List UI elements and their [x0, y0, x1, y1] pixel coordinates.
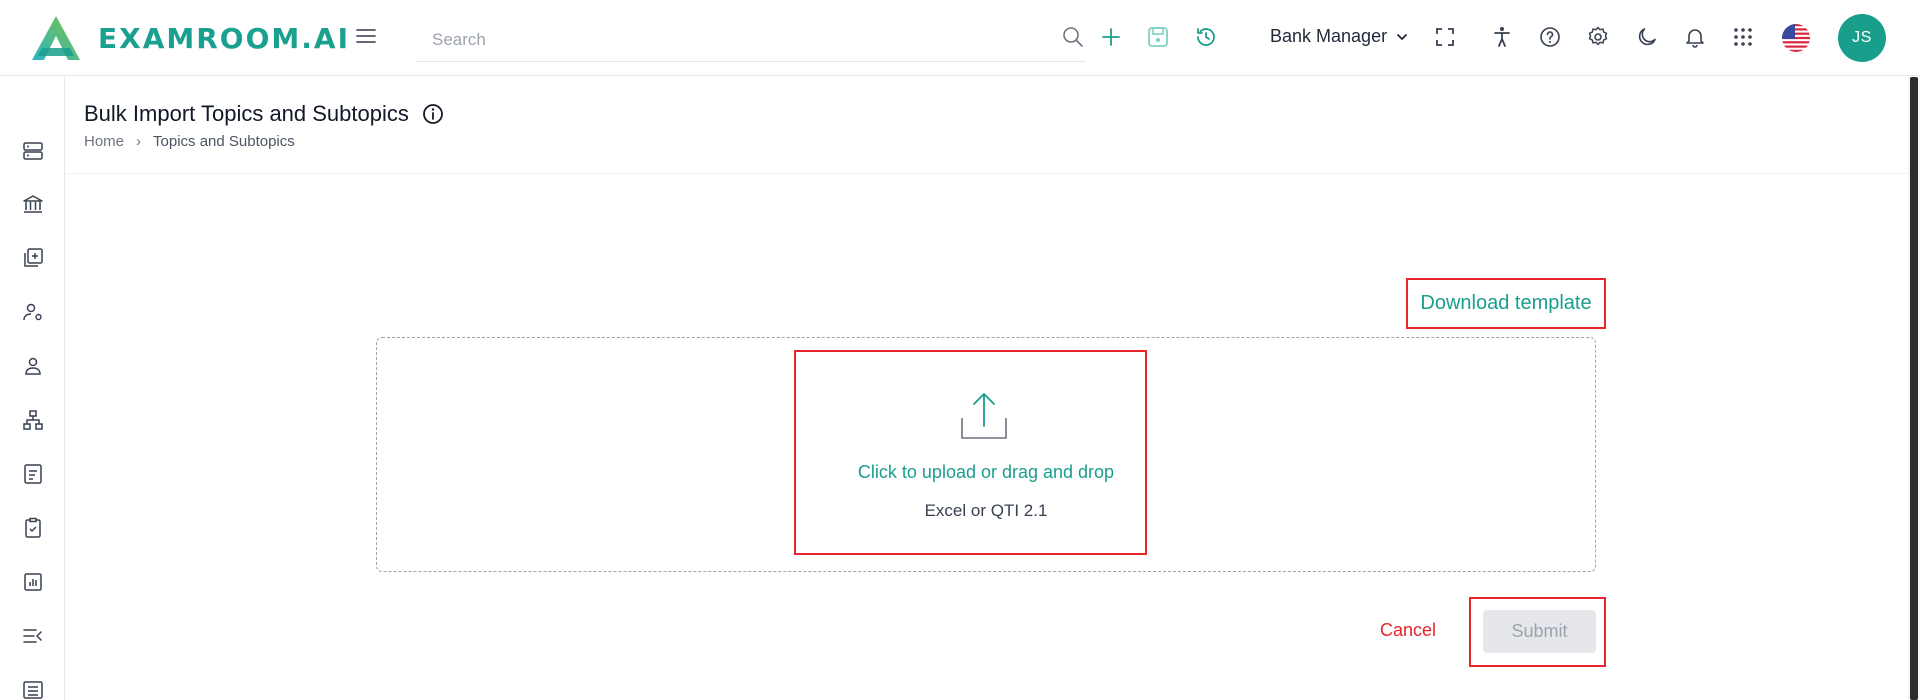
- upload-prompt[interactable]: Click to upload or drag and drop: [794, 462, 1178, 483]
- upload-area-highlight: [794, 350, 1147, 555]
- list-table-icon[interactable]: [21, 678, 45, 700]
- info-icon[interactable]: [421, 102, 445, 126]
- add-icon[interactable]: [1098, 24, 1124, 50]
- user-avatar[interactable]: JS: [1838, 14, 1886, 62]
- brand-logo[interactable]: EXAMROOM.AI: [28, 14, 350, 62]
- search-bar: [384, 20, 1086, 62]
- apps-grid-icon[interactable]: [1730, 24, 1756, 50]
- hierarchy-icon[interactable]: [21, 408, 45, 432]
- submit-button[interactable]: Submit: [1483, 610, 1596, 653]
- upload-formats: Excel or QTI 2.1: [924, 501, 1048, 520]
- sidebar: [0, 77, 65, 700]
- role-dropdown[interactable]: Bank Manager: [1270, 26, 1409, 47]
- breadcrumb-home[interactable]: Home: [84, 133, 124, 150]
- bank-icon[interactable]: [21, 192, 45, 216]
- server-icon[interactable]: [21, 139, 45, 163]
- vertical-scrollbar[interactable]: [1908, 77, 1920, 700]
- user-icon[interactable]: [21, 354, 45, 378]
- cancel-button[interactable]: Cancel: [1380, 620, 1436, 641]
- role-label: Bank Manager: [1270, 26, 1388, 46]
- dark-mode-icon[interactable]: [1634, 24, 1660, 50]
- collapse-menu-icon[interactable]: [21, 624, 45, 648]
- scrollbar-thumb[interactable]: [1910, 77, 1918, 700]
- chevron-down-icon: [1397, 33, 1407, 40]
- page-header: Bulk Import Topics and Subtopics Home › …: [65, 77, 1908, 174]
- library-add-icon[interactable]: [21, 246, 45, 270]
- history-icon[interactable]: [1193, 24, 1219, 50]
- user-settings-icon[interactable]: [21, 300, 45, 324]
- hamburger-menu-icon[interactable]: [354, 24, 378, 48]
- breadcrumb-current: Topics and Subtopics: [153, 133, 295, 150]
- search-icon[interactable]: [1060, 24, 1086, 50]
- document-icon[interactable]: [21, 462, 45, 486]
- report-chart-icon[interactable]: [21, 570, 45, 594]
- breadcrumb-separator: ›: [136, 133, 142, 150]
- page-title: Bulk Import Topics and Subtopics: [84, 101, 409, 126]
- us-flag-icon[interactable]: [1782, 24, 1810, 52]
- accessibility-icon[interactable]: [1489, 24, 1515, 50]
- brand-name: EXAMROOM.AI: [98, 21, 351, 55]
- help-icon[interactable]: [1537, 24, 1563, 50]
- top-header: EXAMROOM.AI Bank Manager: [0, 0, 1920, 76]
- search-input[interactable]: [384, 20, 984, 60]
- notifications-icon[interactable]: [1682, 24, 1708, 50]
- clipboard-check-icon[interactable]: [21, 516, 45, 540]
- examroom-logo-icon: [32, 16, 80, 60]
- fullscreen-icon[interactable]: [1432, 24, 1458, 50]
- settings-icon[interactable]: [1585, 24, 1611, 50]
- upload-icon: [961, 393, 1007, 439]
- breadcrumb: Home › Topics and Subtopics: [84, 133, 295, 150]
- download-template-highlight: Download template: [1406, 278, 1606, 329]
- page-title-row: Bulk Import Topics and Subtopics: [84, 101, 445, 127]
- save-icon[interactable]: [1145, 24, 1171, 50]
- download-template-link[interactable]: Download template: [1420, 292, 1591, 315]
